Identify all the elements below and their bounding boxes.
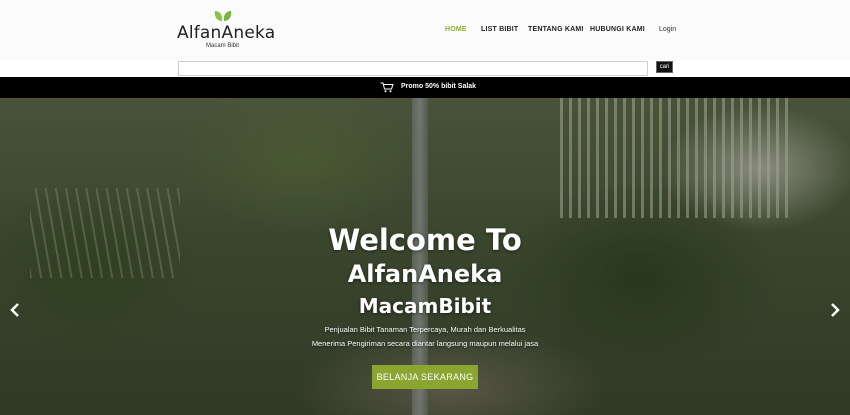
- hero-heading-welcome: Welcome To: [328, 223, 522, 257]
- chevron-left-icon[interactable]: [9, 303, 21, 317]
- hero-slider: Welcome To AlfanAneka MacamBibit Penjual…: [0, 98, 850, 415]
- hero-description-2: Menerima Pengiriman secara diantar langs…: [311, 339, 539, 348]
- cart-icon: [380, 82, 394, 93]
- hero-heading-subbrand: MacamBibit: [358, 294, 492, 318]
- brand-name: AlfanAneka: [177, 23, 276, 43]
- brand-tagline: Macam Bibit: [206, 43, 240, 49]
- login-link[interactable]: Login: [659, 26, 676, 33]
- search-button[interactable]: cari: [656, 61, 673, 73]
- search-input[interactable]: [178, 61, 648, 76]
- nav-tentang-kami[interactable]: TENTANG KAMI: [528, 26, 584, 33]
- chevron-right-icon[interactable]: [829, 303, 841, 317]
- site-header: AlfanAneka Macam Bibit HOME LIST BIBIT T…: [0, 0, 850, 60]
- shop-now-button[interactable]: BELANJA SEKARANG: [372, 365, 478, 389]
- logo[interactable]: AlfanAneka Macam Bibit: [177, 8, 275, 52]
- nav-list-bibit[interactable]: LIST BIBIT: [481, 26, 518, 33]
- nav-hubungi-kami[interactable]: HUBUNGI KAMI: [590, 26, 645, 33]
- nav-home[interactable]: HOME: [445, 26, 467, 33]
- promo-text[interactable]: Promo 50% bibit Salak: [401, 83, 476, 90]
- hero-heading-brand: AlfanAneka: [347, 260, 503, 288]
- hero-description-1: Penjualan Bibit Tanaman Terpercaya, Mura…: [324, 325, 526, 334]
- leaf-icon: [214, 11, 232, 21]
